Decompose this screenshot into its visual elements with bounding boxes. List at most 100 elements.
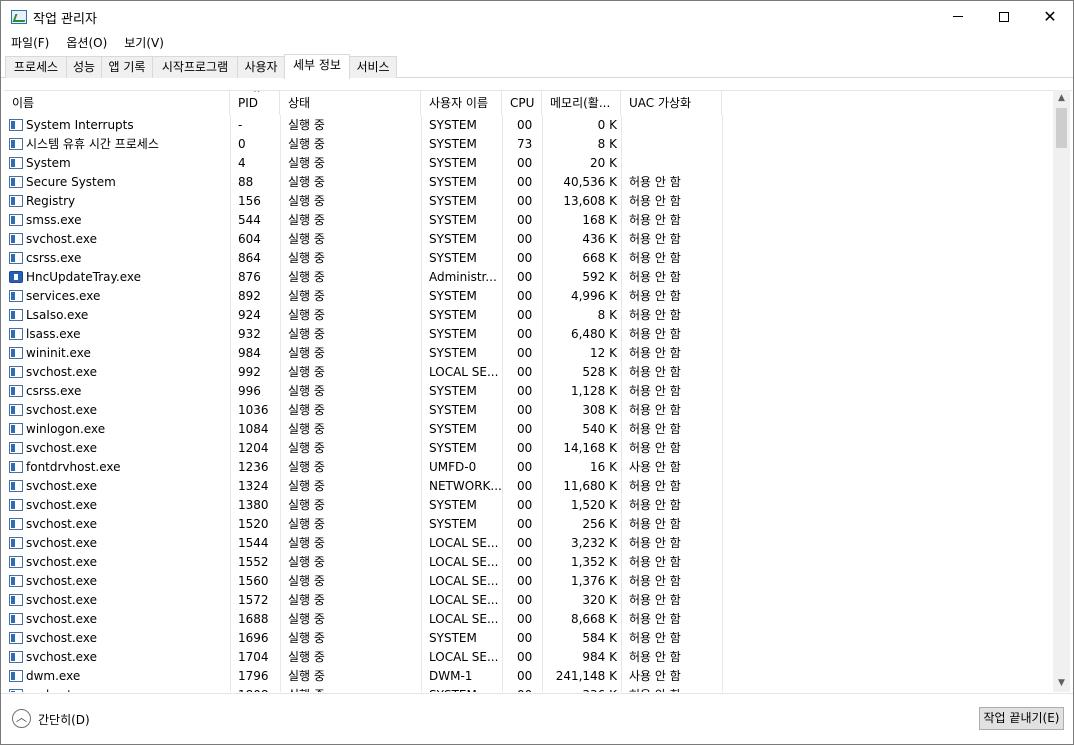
process-name-cell: svchost.exe: [26, 612, 97, 626]
table-row[interactable]: svchost.exe 1560 실행 중 LOCAL SE... 00 1,376 K 허…: [4, 572, 1056, 591]
process-name-cell: svchost.exe: [26, 536, 97, 550]
table-row[interactable]: csrss.exe 864 실행 중 SYSTEM 00 668 K 허용 안 함: [4, 249, 1056, 268]
status-cell: 실행 중: [288, 686, 418, 692]
process-name-cell: csrss.exe: [26, 384, 82, 398]
table-row[interactable]: HncUpdateTray.exe 876 실행 중 Administr... 00 59…: [4, 268, 1056, 287]
memory-cell: 241,148 K: [555, 669, 617, 683]
cpu-cell: 00: [517, 686, 541, 692]
table-row[interactable]: svchost.exe 1704 실행 중 LOCAL SE... 00 984 K 허용 …: [4, 648, 1056, 667]
table-row[interactable]: csrss.exe 996 실행 중 SYSTEM 00 1,128 K 허용 안 함: [4, 382, 1056, 401]
table-row[interactable]: winlogon.exe 1084 실행 중 SYSTEM 00 540 K 허용 안 함: [4, 420, 1056, 439]
table-row[interactable]: Secure System 88 실행 중 SYSTEM 00 40,536 K 허용 안 …: [4, 173, 1056, 192]
table-row[interactable]: svchost.exe 1696 실행 중 SYSTEM 00 584 K 허용 안 함: [4, 629, 1056, 648]
pid-cell: 604: [238, 232, 261, 246]
table-row[interactable]: svchost.exe 1572 실행 중 LOCAL SE... 00 320 K 허용 …: [4, 591, 1056, 610]
uac-cell: 허용 안 함: [629, 555, 681, 569]
uac-cell: 허용 안 함: [629, 213, 681, 227]
process-icon: [9, 480, 23, 492]
scroll-thumb[interactable]: [1056, 108, 1067, 148]
table-row[interactable]: LsaIso.exe 924 실행 중 SYSTEM 00 8 K 허용 안 함: [4, 306, 1056, 325]
uac-cell: 허용 안 함: [629, 365, 681, 379]
tab-startup[interactable]: 시작프로그램: [152, 56, 238, 78]
table-row[interactable]: svchost.exe 1380 실행 중 SYSTEM 00 1,520 K 허용 안 함: [4, 496, 1056, 515]
table-row[interactable]: svchost.exe 1544 실행 중 LOCAL SE... 00 3,232 K 허…: [4, 534, 1056, 553]
column-header-user[interactable]: 사용자 이름: [421, 91, 502, 115]
tab-app-history[interactable]: 앱 기록: [101, 56, 153, 78]
cpu-cell: 00: [517, 669, 533, 683]
table-row[interactable]: svchost.exe 604 실행 중 SYSTEM 00 436 K 허용 안 함: [4, 230, 1056, 249]
table-row[interactable]: System Interrupts - 실행 중 SYSTEM 00 0 K: [4, 116, 1056, 135]
column-header-status[interactable]: 상태: [280, 91, 421, 115]
cpu-cell: 00: [517, 289, 533, 303]
menu-file[interactable]: 파일(F): [1, 32, 56, 54]
tab-services[interactable]: 서비스: [349, 56, 397, 78]
menu-options[interactable]: 옵션(O): [56, 32, 114, 54]
tab-details[interactable]: 세부 정보: [284, 54, 350, 79]
table-row[interactable]: svchost.exe 1204 실행 중 SYSTEM 00 14,168 K 허용 안 …: [4, 439, 1056, 458]
end-task-button[interactable]: 작업 끝내기(E): [979, 707, 1064, 730]
cpu-cell: 00: [517, 555, 533, 569]
memory-cell: 336 K: [544, 686, 617, 692]
cpu-cell: 00: [517, 327, 533, 341]
table-row[interactable]: svchost.exe 1552 실행 중 LOCAL SE... 00 1,352 K 허…: [4, 553, 1056, 572]
uac-cell: 허용 안 함: [629, 384, 681, 398]
maximize-button[interactable]: [981, 1, 1027, 32]
table-row[interactable]: svchost.exe 1808 실행 중 SYSTEM 00336 K 허용 안 함: [4, 686, 1056, 692]
table-row[interactable]: Registry 156 실행 중 SYSTEM 00 13,608 K 허용 안 함: [4, 192, 1056, 211]
column-header-memory[interactable]: 메모리(활...: [542, 91, 621, 115]
menu-view[interactable]: 보기(V): [114, 32, 171, 54]
uac-cell: 허용 안 함: [629, 686, 724, 692]
column-header-name[interactable]: 이름: [4, 91, 230, 115]
memory-cell: 1,520 K: [570, 498, 617, 512]
table-row[interactable]: dwm.exe 1796 실행 중 DWM-1 00 241,148 K 사용 안 함: [4, 667, 1056, 686]
minimize-button[interactable]: [935, 1, 981, 32]
cpu-cell: 00: [517, 612, 533, 626]
process-name-cell: System: [26, 156, 71, 170]
scroll-down-arrow-icon[interactable]: ▼: [1053, 675, 1070, 692]
chevron-up-circle-icon[interactable]: ︿: [12, 709, 31, 728]
user-name-cell: UMFD-0: [429, 460, 477, 474]
uac-cell: 허용 안 함: [629, 517, 681, 531]
pid-cell: 892: [238, 289, 261, 303]
tab-users[interactable]: 사용자: [237, 56, 285, 78]
pid-cell: 88: [238, 175, 254, 189]
process-icon: [9, 385, 23, 397]
table-row[interactable]: 시스템 유휴 시간 프로세스 0 실행 중 SYSTEM 73 8 K: [4, 135, 1056, 154]
table-row[interactable]: services.exe 892 실행 중 SYSTEM 00 4,996 K 허용 안 함: [4, 287, 1056, 306]
footer-bar: ︿ 간단히(D) 작업 끝내기(E): [1, 693, 1073, 744]
tab-processes[interactable]: 프로세스: [5, 56, 67, 78]
table-row[interactable]: System 4 실행 중 SYSTEM 00 20 K: [4, 154, 1056, 173]
fewer-details-link[interactable]: 간단히(D): [38, 711, 90, 728]
table-row[interactable]: svchost.exe 1036 실행 중 SYSTEM 00 308 K 허용 안 함: [4, 401, 1056, 420]
table-row[interactable]: svchost.exe 1520 실행 중 SYSTEM 00 256 K 허용 안 함: [4, 515, 1056, 534]
table-row[interactable]: svchost.exe 992 실행 중 LOCAL SE... 00 528 K 허용 안…: [4, 363, 1056, 382]
column-header-uac[interactable]: UAC 가상화: [621, 91, 722, 115]
memory-cell: 20 K: [590, 156, 617, 170]
table-row[interactable]: smss.exe 544 실행 중 SYSTEM 00 168 K 허용 안 함: [4, 211, 1056, 230]
pid-cell: 876: [238, 270, 261, 284]
cpu-cell: 00: [517, 346, 533, 360]
close-button[interactable]: ✕: [1027, 1, 1073, 32]
memory-cell: 6,480 K: [570, 327, 617, 341]
table-row[interactable]: svchost.exe 1688 실행 중 LOCAL SE... 00 8,668 K 허…: [4, 610, 1056, 629]
process-name-cell: 시스템 유휴 시간 프로세스: [26, 137, 159, 151]
user-name-cell: SYSTEM: [429, 156, 477, 170]
table-row[interactable]: lsass.exe 932 실행 중 SYSTEM 00 6,480 K 허용 안 함: [4, 325, 1056, 344]
status-cell: 실행 중: [288, 555, 325, 569]
user-name-cell: Administr...: [429, 270, 497, 284]
tab-performance[interactable]: 성능: [66, 56, 102, 78]
column-header-cpu[interactable]: CPU: [502, 91, 542, 115]
uac-cell: 허용 안 함: [629, 175, 681, 189]
cpu-cell: 00: [517, 517, 533, 531]
memory-cell: 8,668 K: [570, 612, 617, 626]
table-row[interactable]: svchost.exe 1324 실행 중 NETWORK... 00 11,680 K 허…: [4, 477, 1056, 496]
pid-cell: 984: [238, 346, 261, 360]
process-icon: [9, 366, 23, 378]
uac-cell: 허용 안 함: [629, 593, 681, 607]
vertical-scrollbar[interactable]: ▲ ▼: [1053, 90, 1070, 692]
table-row[interactable]: fontdrvhost.exe 1236 실행 중 UMFD-0 00 16 K 사용 안 …: [4, 458, 1056, 477]
user-name-cell: DWM-1: [429, 669, 473, 683]
title-bar[interactable]: 작업 관리자 ✕: [1, 1, 1073, 32]
scroll-up-arrow-icon[interactable]: ▲: [1053, 90, 1070, 107]
table-row[interactable]: wininit.exe 984 실행 중 SYSTEM 00 12 K 허용 안 함: [4, 344, 1056, 363]
